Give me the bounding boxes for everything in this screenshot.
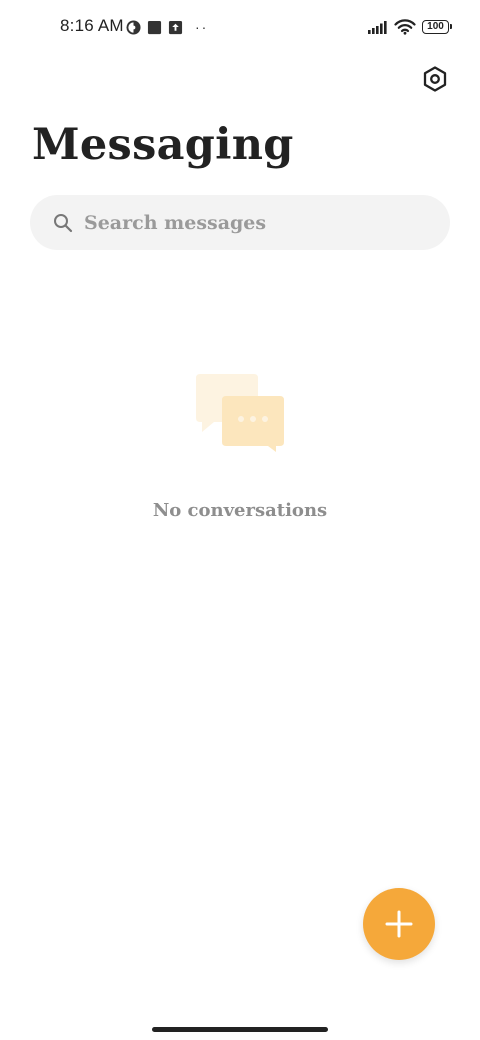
settings-button[interactable] bbox=[420, 64, 450, 94]
vpn-icon bbox=[126, 19, 141, 35]
empty-state-text: No conversations bbox=[152, 500, 328, 521]
upload-icon bbox=[168, 20, 183, 34]
chat-bubbles-icon bbox=[196, 374, 284, 452]
status-right-icons: 100 bbox=[367, 18, 452, 36]
more-notifications-indicator: ·· bbox=[195, 19, 209, 35]
battery-icon: 100 bbox=[422, 20, 452, 34]
settings-hexagon-icon bbox=[423, 66, 447, 92]
search-input[interactable] bbox=[84, 211, 414, 234]
signal-icon bbox=[368, 20, 387, 34]
status-left-icons: ·· bbox=[126, 19, 208, 35]
status-time: 8:16 AM bbox=[60, 16, 124, 35]
plus-icon bbox=[385, 910, 413, 938]
wifi-icon bbox=[394, 19, 416, 35]
new-conversation-button[interactable] bbox=[363, 888, 435, 960]
home-indicator[interactable] bbox=[152, 1027, 328, 1032]
battery-level: 100 bbox=[427, 21, 444, 32]
search-bar[interactable] bbox=[30, 195, 450, 250]
notification-square-icon bbox=[147, 20, 162, 34]
status-bar: 8:16 AM ·· 100 bbox=[0, 0, 480, 56]
search-icon bbox=[52, 212, 74, 234]
page-title: Messaging bbox=[32, 120, 294, 170]
